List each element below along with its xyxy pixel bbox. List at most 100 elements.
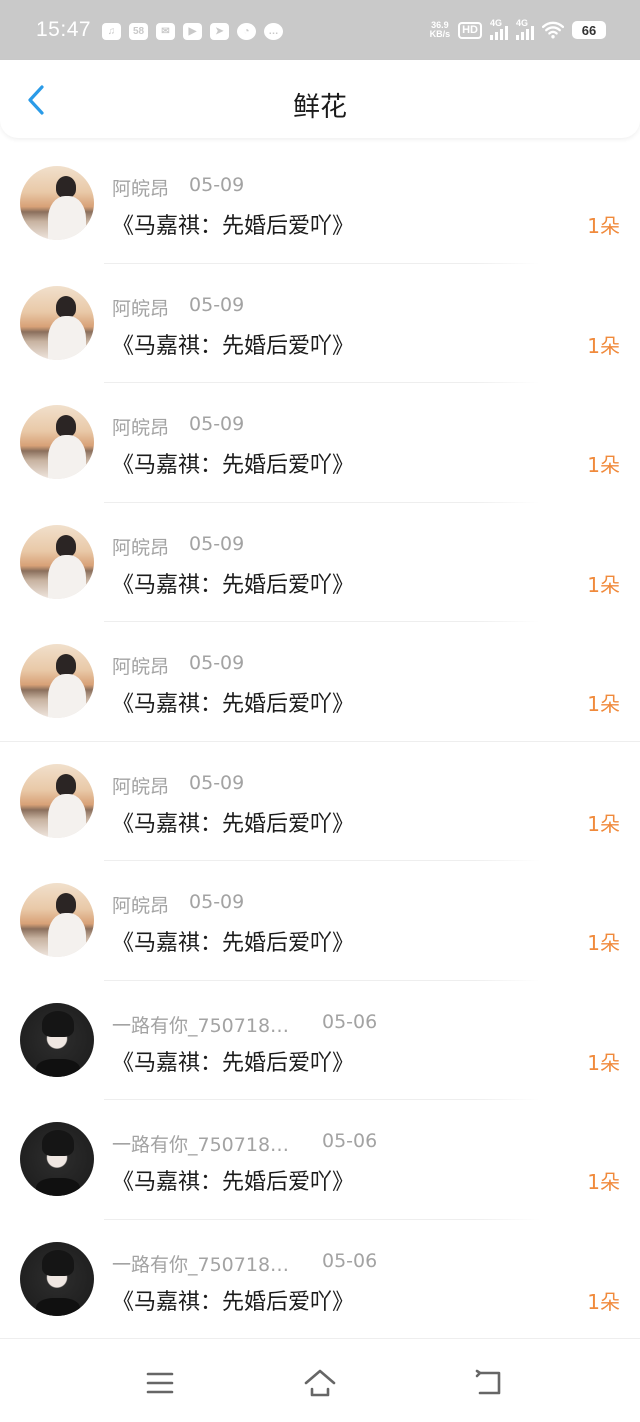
item-meta: 一路有你_750718… 05-06: [112, 1130, 377, 1157]
gift-date: 05-06: [322, 1130, 378, 1152]
list-item[interactable]: 阿皖昂 05-09 《马嘉祺：先婚后爱吖》 1朵: [0, 144, 640, 264]
user-name[interactable]: 阿皖昂: [112, 891, 169, 918]
network-speed: 36.9 KB/s: [430, 21, 451, 39]
list-item[interactable]: 阿皖昂 05-09 《马嘉祺：先婚后爱吖》 1朵: [0, 861, 640, 981]
home-button[interactable]: [302, 1368, 338, 1398]
book-title: 《马嘉祺：先婚后爱吖》: [112, 1289, 355, 1315]
flower-count: 1朵: [587, 453, 620, 477]
book-title: 《马嘉祺：先婚后爱吖》: [112, 931, 355, 956]
item-meta: 阿皖昂 05-09: [112, 174, 244, 201]
status-time: 15:47: [36, 18, 92, 41]
flower-count: 1朵: [587, 811, 620, 836]
notification-icons: ♫ 58 ✉ ▶ ➤ ◔ …: [102, 23, 283, 40]
user-name[interactable]: 一路有你_750718…: [112, 1011, 302, 1038]
network-type-2: 4G: [516, 18, 529, 28]
avatar[interactable]: [20, 1122, 94, 1196]
play-icon: ▶: [183, 23, 202, 40]
gift-date: 05-09: [189, 413, 245, 435]
user-name[interactable]: 阿皖昂: [112, 652, 169, 679]
system-nav-bar: [0, 1340, 640, 1422]
telegram-icon: ➤: [210, 23, 229, 40]
status-bar: 15:47 ♫ 58 ✉ ▶ ➤ ◔ … 36.9 KB/s HD 4G 4G …: [0, 0, 640, 60]
flower-count: 1朵: [587, 1170, 620, 1194]
avatar[interactable]: [20, 1002, 94, 1077]
chat-bubble-icon: ◔: [237, 23, 256, 40]
avatar[interactable]: [20, 285, 94, 360]
list-item[interactable]: 阿皖昂 05-09 《马嘉祺：先婚后爱吖》 1朵: [0, 383, 640, 503]
list-item[interactable]: 阿皖昂 05-09 《马嘉祺：先婚后爱吖》 1朵: [0, 264, 640, 383]
signal-icon-1: 4G: [490, 18, 508, 40]
flower-list: 阿皖昂 05-09 《马嘉祺：先婚后爱吖》 1朵 阿皖昂 05-09 《马嘉祺：先婚后爱吖》…: [0, 144, 640, 1339]
menu-icon: [146, 1372, 174, 1394]
gift-date: 05-09: [189, 174, 245, 196]
flower-count: 1朵: [587, 1289, 620, 1314]
list-item[interactable]: 一路有你_750718… 05-06 《马嘉祺：先婚后爱吖》 1朵: [0, 1100, 640, 1220]
system-icons: 36.9 KB/s HD 4G 4G 66: [430, 18, 606, 40]
user-name[interactable]: 一路有你_750718…: [112, 1250, 302, 1277]
user-name[interactable]: 阿皖昂: [112, 413, 169, 440]
book-title: 《马嘉祺：先婚后爱吖》: [112, 811, 355, 837]
item-meta: 阿皖昂 05-09: [112, 533, 244, 560]
menu-button[interactable]: [142, 1368, 178, 1398]
signal-icon-2: 4G: [516, 18, 534, 40]
item-meta: 一路有你_750718… 05-06: [112, 1011, 377, 1038]
music-icon: ♫: [102, 23, 121, 40]
flower-count: 1朵: [587, 214, 620, 238]
item-meta: 阿皖昂 05-09: [112, 891, 244, 918]
list-item[interactable]: 阿皖昂 05-09 《马嘉祺：先婚后爱吖》 1朵: [0, 742, 640, 861]
book-title: 《马嘉祺：先婚后爱吖》: [112, 333, 355, 359]
hd-icon: HD: [458, 21, 482, 39]
avatar[interactable]: [20, 405, 94, 479]
list-item[interactable]: 一路有你_750718… 05-06 《马嘉祺：先婚后爱吖》 1朵: [0, 1220, 640, 1339]
book-title: 《马嘉祺：先婚后爱吖》: [112, 572, 355, 598]
back-icon: [475, 1369, 501, 1395]
avatar[interactable]: [20, 524, 94, 599]
gift-date: 05-09: [189, 652, 245, 674]
user-name[interactable]: 一路有你_750718…: [112, 1130, 302, 1157]
gift-date: 05-06: [322, 1010, 378, 1033]
speed-unit: KB/s: [429, 29, 451, 39]
divider: [0, 1338, 640, 1339]
user-name[interactable]: 阿皖昂: [112, 294, 169, 321]
user-name[interactable]: 阿皖昂: [112, 772, 169, 799]
book-title: 《马嘉祺：先婚后爱吖》: [112, 453, 355, 478]
message-icon: …: [264, 23, 283, 40]
item-meta: 一路有你_750718… 05-06: [112, 1250, 377, 1277]
item-meta: 阿皖昂 05-09: [112, 294, 244, 321]
network-type-1: 4G: [490, 18, 503, 28]
user-name[interactable]: 阿皖昂: [112, 174, 169, 201]
item-meta: 阿皖昂 05-09: [112, 413, 244, 440]
book-title: 《马嘉祺：先婚后爱吖》: [112, 1170, 355, 1195]
user-name[interactable]: 阿皖昂: [112, 533, 169, 560]
item-meta: 阿皖昂 05-09: [112, 652, 244, 679]
wifi-icon: [542, 21, 564, 39]
avatar[interactable]: [20, 166, 94, 240]
list-item[interactable]: 一路有你_750718… 05-06 《马嘉祺：先婚后爱吖》 1朵: [0, 981, 640, 1100]
flower-count: 1朵: [587, 692, 620, 716]
page-title: 鲜花: [293, 92, 347, 123]
gift-date: 05-09: [189, 532, 245, 555]
page-header: 鲜花: [0, 60, 640, 138]
avatar[interactable]: [20, 763, 94, 838]
item-meta: 阿皖昂 05-09: [112, 772, 244, 799]
flower-count: 1朵: [587, 1050, 620, 1075]
book-title: 《马嘉祺：先婚后爱吖》: [112, 1050, 355, 1076]
mail-icon: ✉: [156, 23, 175, 40]
avatar[interactable]: [20, 644, 94, 718]
gift-date: 05-09: [189, 771, 245, 794]
flower-count: 1朵: [587, 333, 620, 358]
system-back-button[interactable]: [470, 1368, 506, 1398]
flower-count: 1朵: [587, 931, 620, 955]
gift-date: 05-06: [322, 1249, 378, 1272]
list-item[interactable]: 阿皖昂 05-09 《马嘉祺：先婚后爱吖》 1朵: [0, 503, 640, 622]
battery-icon: 66: [572, 21, 606, 39]
list-item[interactable]: 阿皖昂 05-09 《马嘉祺：先婚后爱吖》 1朵: [0, 622, 640, 742]
home-icon: [304, 1369, 336, 1397]
58-app-icon: 58: [129, 23, 148, 40]
gift-date: 05-09: [189, 891, 245, 913]
book-title: 《马嘉祺：先婚后爱吖》: [112, 692, 355, 717]
avatar[interactable]: [20, 883, 94, 957]
gift-date: 05-09: [189, 293, 245, 316]
avatar[interactable]: [20, 1241, 94, 1316]
flower-count: 1朵: [587, 572, 620, 597]
